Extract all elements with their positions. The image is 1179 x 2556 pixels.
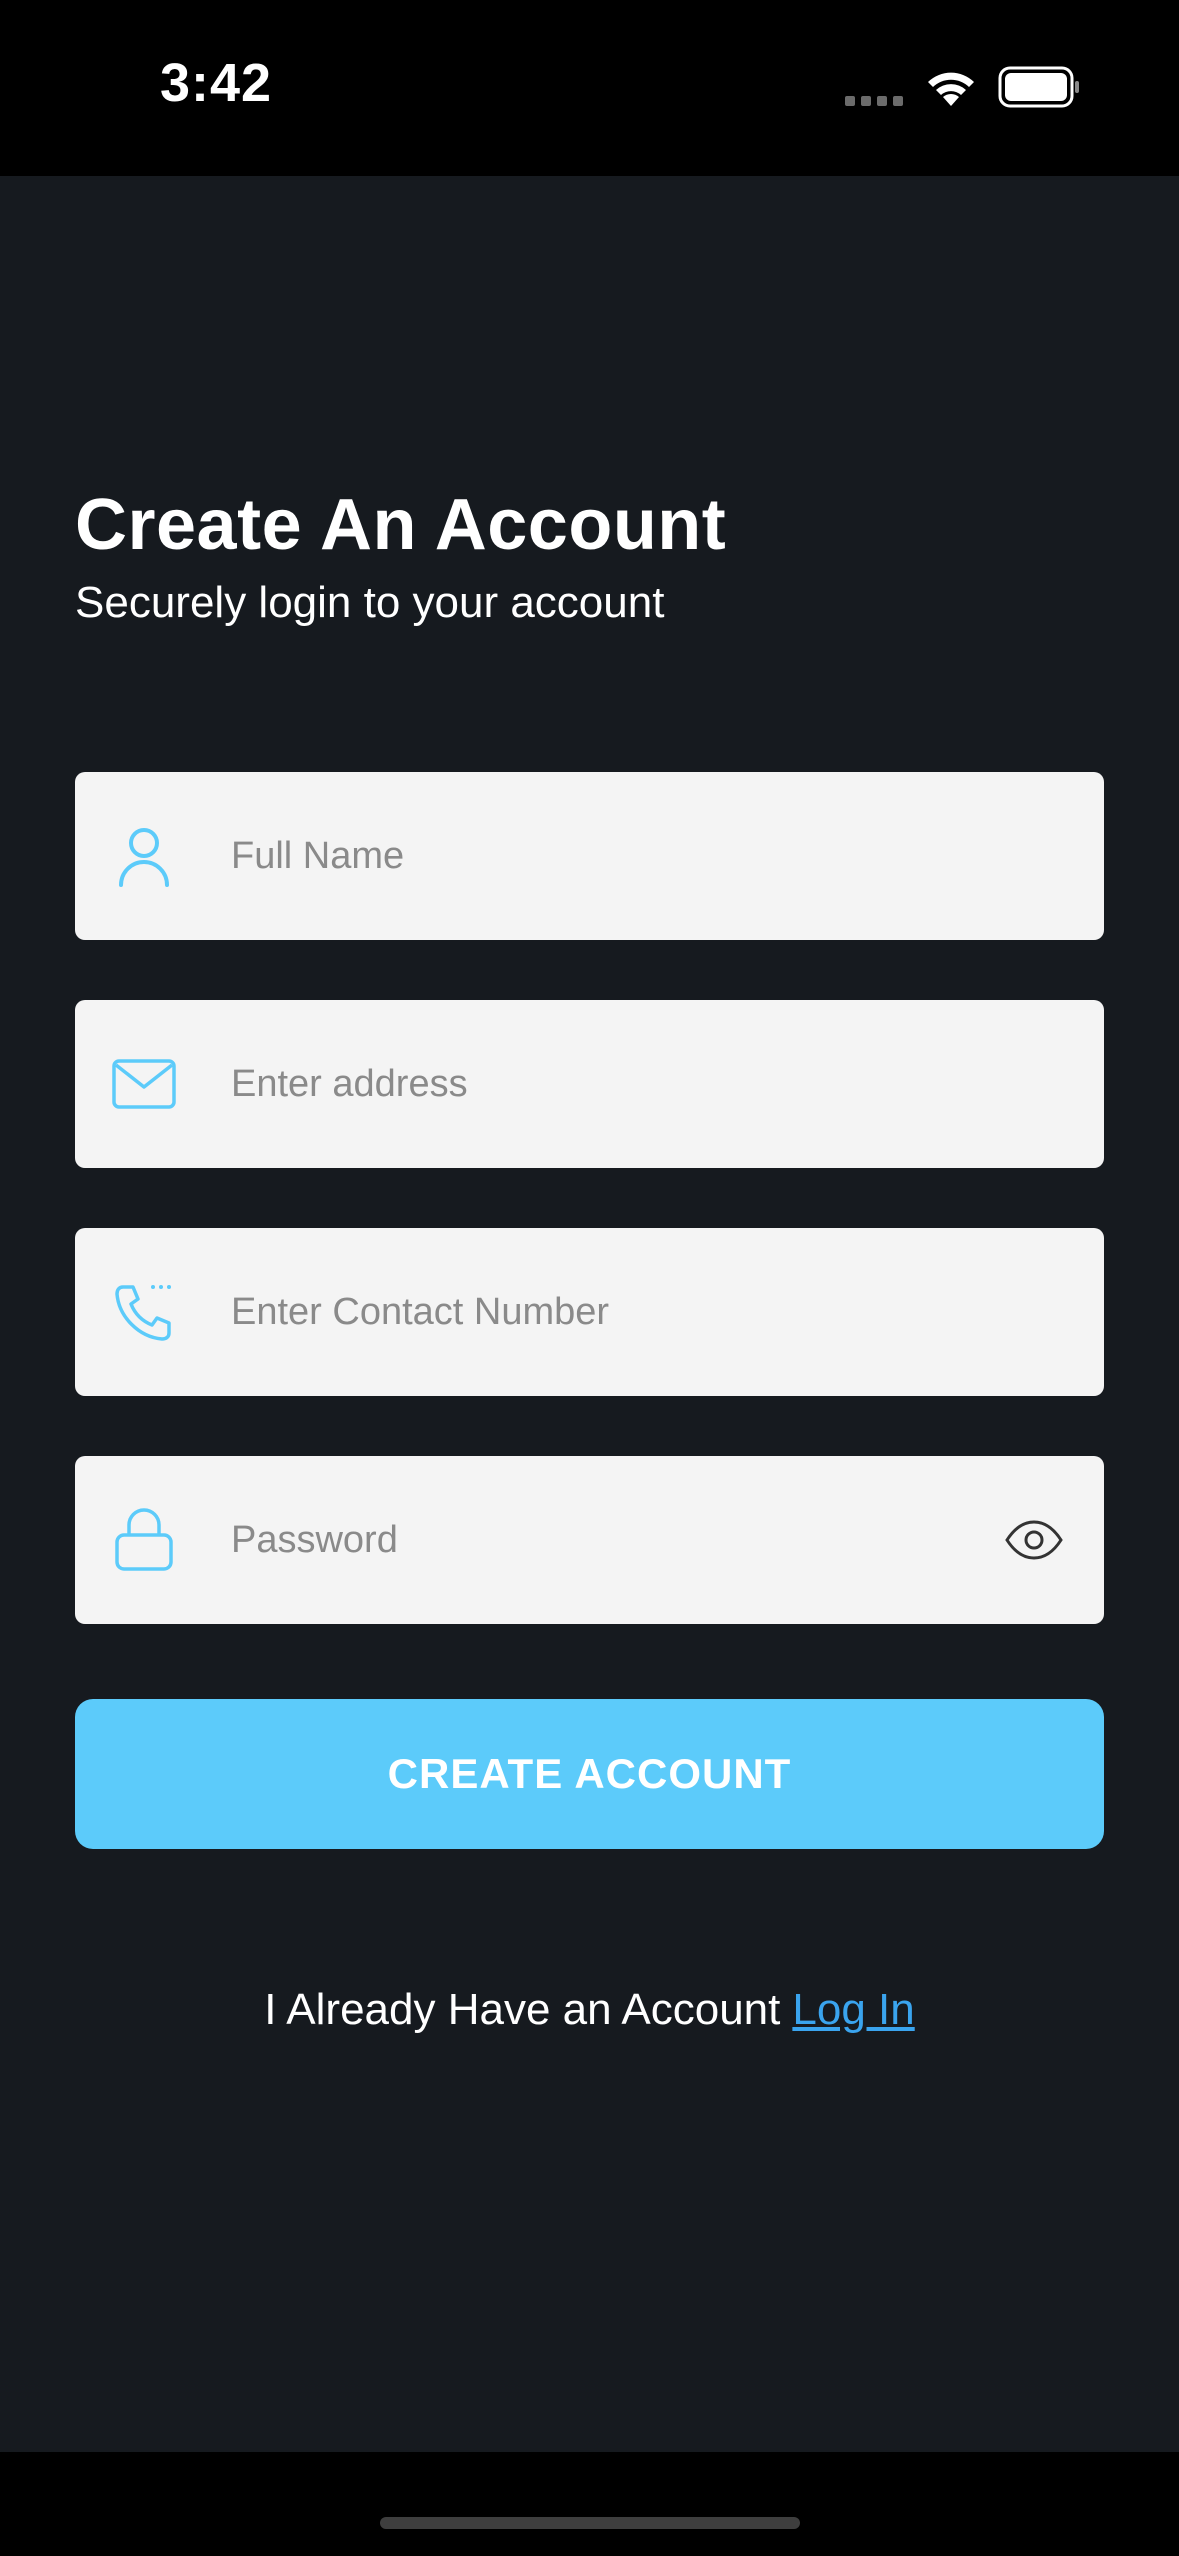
password-field[interactable] — [75, 1456, 1104, 1624]
eye-icon[interactable] — [1004, 1518, 1064, 1562]
contact-number-field[interactable] — [75, 1228, 1104, 1396]
contact-number-input[interactable] — [231, 1228, 1011, 1396]
status-time: 3:42 — [160, 53, 273, 113]
full-name-input[interactable] — [231, 772, 1011, 940]
mail-icon — [112, 1059, 176, 1109]
wifi-icon — [928, 72, 974, 106]
full-name-field[interactable] — [75, 772, 1104, 940]
page-title: Create An Account — [75, 485, 727, 565]
lock-icon — [115, 1508, 173, 1571]
bottom-bar — [0, 2452, 1179, 2556]
login-link[interactable]: Log In — [792, 1985, 914, 2034]
person-icon — [119, 828, 169, 887]
signup-screen: 3:42 Create An Account Securely login to… — [0, 0, 1179, 2556]
address-input[interactable] — [231, 1000, 1011, 1168]
login-prompt-text: I Already Have an Account — [264, 1985, 781, 2034]
create-account-button[interactable]: CREATE ACCOUNT — [75, 1699, 1104, 1849]
address-field[interactable] — [75, 1000, 1104, 1168]
password-input[interactable] — [231, 1456, 1011, 1624]
login-prompt-row: I Already Have an Account Log In — [0, 1985, 1179, 2035]
status-bar: 3:42 — [0, 0, 1179, 176]
phone-icon — [115, 1285, 171, 1341]
page-subtitle: Securely login to your account — [75, 578, 665, 627]
cellular-signal-icon — [845, 96, 903, 106]
battery-icon — [998, 66, 1079, 108]
home-indicator[interactable] — [380, 2517, 800, 2529]
